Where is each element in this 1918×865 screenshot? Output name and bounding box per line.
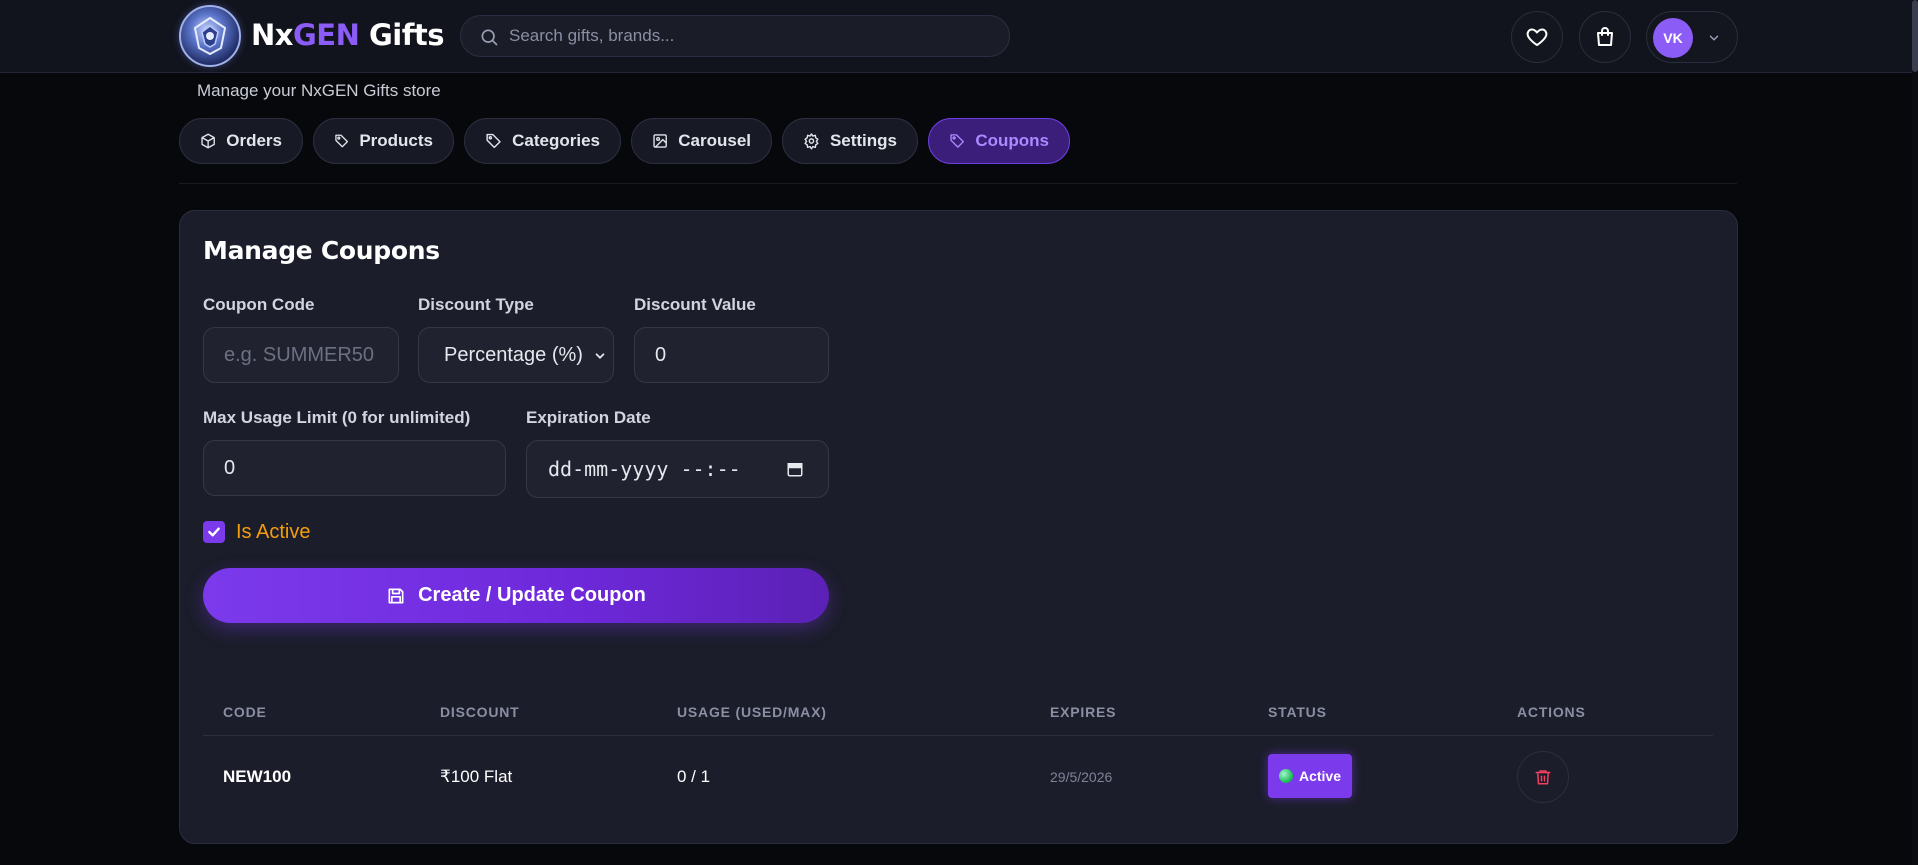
- brand-gifts: Gifts: [359, 18, 444, 52]
- tab-label: Coupons: [975, 131, 1049, 150]
- wishlist-button[interactable]: [1511, 11, 1563, 63]
- expiration-date-input[interactable]: dd-mm-yyyy --:--: [526, 440, 829, 498]
- delete-coupon-button[interactable]: [1517, 751, 1569, 803]
- box-icon: [201, 133, 215, 149]
- is-active-label[interactable]: Is Active: [236, 521, 310, 544]
- discount-type-select[interactable]: Percentage (%): [418, 327, 614, 383]
- column-header-status: STATUS: [1268, 704, 1327, 720]
- discount-value-input[interactable]: [634, 327, 829, 383]
- brand-name[interactable]: NxGEN Gifts: [251, 18, 444, 52]
- save-icon: [388, 588, 404, 603]
- top-navbar: NxGEN Gifts VK: [0, 0, 1918, 73]
- trash-icon: [1535, 770, 1551, 785]
- heart-icon: [1526, 28, 1548, 46]
- tab-label: Orders: [226, 131, 282, 150]
- usage-cell: 0 / 1: [677, 767, 711, 786]
- tab-categories[interactable]: Categories: [464, 118, 621, 164]
- coupons-card: [179, 210, 1738, 844]
- tag-icon: [486, 133, 501, 149]
- avatar: VK: [1653, 18, 1693, 58]
- tag-icon: [335, 134, 349, 148]
- tab-label: Categories: [512, 131, 600, 150]
- user-menu[interactable]: VK: [1646, 11, 1738, 63]
- search-bar[interactable]: [460, 15, 1010, 57]
- tab-products[interactable]: Products: [313, 118, 454, 164]
- page-subtitle: Manage your NxGEN Gifts store: [197, 81, 441, 100]
- submit-label: Create / Update Coupon: [418, 584, 646, 606]
- chevron-down-icon: [1709, 35, 1719, 41]
- status-dot-icon: [1278, 769, 1293, 783]
- brand-nx: Nx: [251, 18, 293, 52]
- coupon-code-input[interactable]: [203, 327, 399, 383]
- tag-icon: [950, 134, 964, 148]
- expiration-label: Expiration Date: [526, 408, 651, 427]
- search-input[interactable]: [509, 16, 999, 56]
- discount-type-label: Discount Type: [418, 295, 534, 314]
- max-usage-label: Max Usage Limit (0 for unlimited): [203, 408, 471, 427]
- status-label: Active: [1298, 768, 1342, 784]
- scrollbar-thumb[interactable]: [1912, 0, 1918, 72]
- page-scrollbar[interactable]: [1912, 0, 1918, 865]
- is-active-checkbox[interactable]: [203, 521, 225, 543]
- tabs-divider: [179, 183, 1737, 184]
- expiration-placeholder: dd-mm-yyyy --:--: [548, 457, 741, 481]
- logo-emblem-icon: [193, 16, 227, 56]
- brand-gen: GEN: [292, 18, 360, 52]
- expires-cell: 29/5/2026: [1050, 769, 1113, 785]
- tab-carousel[interactable]: Carousel: [631, 118, 772, 164]
- card-title: Manage Coupons: [203, 236, 440, 265]
- image-icon: [653, 134, 667, 148]
- tab-label: Products: [359, 131, 433, 150]
- discount-type-value: Percentage (%): [444, 343, 583, 366]
- tab-label: Settings: [829, 131, 897, 150]
- tab-label: Carousel: [678, 131, 751, 150]
- column-header-code: CODE: [223, 704, 267, 720]
- search-icon: [481, 29, 498, 46]
- brand-logo[interactable]: [179, 5, 241, 67]
- coupon-code-cell: NEW100: [223, 767, 292, 786]
- coupon-code-label: Coupon Code: [203, 295, 315, 314]
- discount-value-label: Discount Value: [634, 295, 756, 314]
- chevron-down-icon: [595, 353, 605, 359]
- column-header-actions: ACTIONS: [1517, 704, 1586, 720]
- create-update-coupon-button[interactable]: Create / Update Coupon: [203, 568, 829, 623]
- status-badge[interactable]: Active: [1268, 754, 1352, 798]
- table-header-divider: [203, 735, 1713, 736]
- calendar-icon[interactable]: [786, 460, 804, 478]
- column-header-discount: DISCOUNT: [440, 704, 520, 720]
- gear-icon: [804, 133, 819, 150]
- tab-settings[interactable]: Settings: [782, 118, 918, 164]
- tab-coupons[interactable]: Coupons: [928, 118, 1070, 164]
- checkmark-icon: [208, 527, 220, 537]
- cart-button[interactable]: [1579, 11, 1631, 63]
- discount-cell: ₹100 Flat: [440, 767, 513, 786]
- column-header-expires: EXPIRES: [1050, 704, 1117, 720]
- tab-orders[interactable]: Orders: [179, 118, 303, 164]
- shopping-bag-icon: [1597, 27, 1613, 46]
- max-usage-input[interactable]: [203, 440, 506, 496]
- column-header-usage: USAGE (USED/MAX): [677, 704, 827, 720]
